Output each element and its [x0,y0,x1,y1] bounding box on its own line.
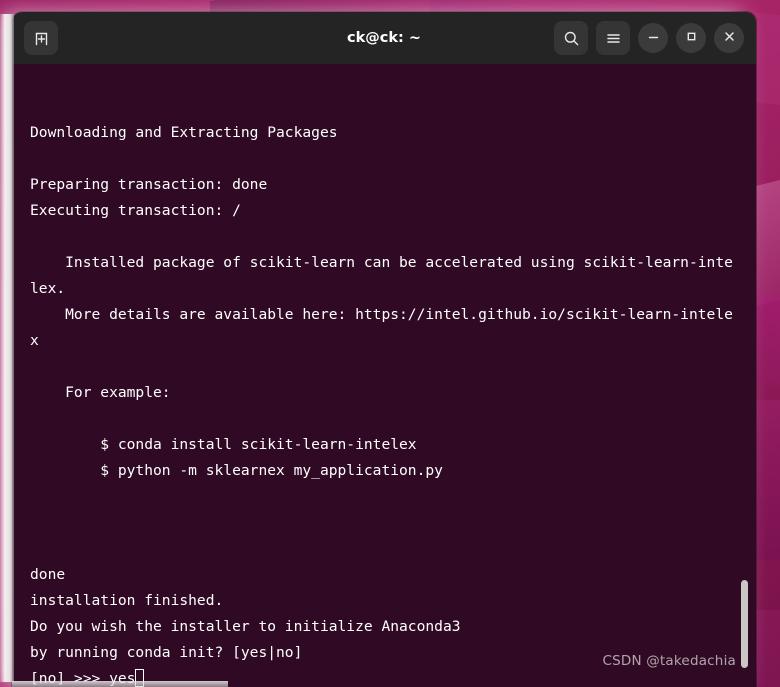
close-button[interactable] [714,23,744,53]
terminal-line: Preparing transaction: done [30,176,268,193]
maximize-icon [684,29,699,48]
terminal-line: More details are available here: https:/… [30,306,733,323]
new-tab-button[interactable] [24,21,58,55]
terminal-line: installation finished. [30,592,224,609]
titlebar-controls [546,21,744,55]
terminal-line: x [30,332,39,349]
desktop-root: ck@ck: ~ Downloading and Extracting Pack… [0,0,780,687]
terminal-line: Do you wish the installer to initialize … [30,618,461,635]
menu-button[interactable] [596,21,630,55]
maximize-button[interactable] [676,23,706,53]
terminal-window: ck@ck: ~ Downloading and Extracting Pack… [12,12,756,687]
close-icon [722,29,737,48]
terminal-line: $ conda install scikit-learn-intelex [30,436,417,453]
terminal-scrollbar-thumb[interactable] [741,580,748,668]
hamburger-menu-icon [605,30,622,47]
terminal-line: by running conda init? [yes|no] [30,644,303,661]
terminal-body[interactable]: Downloading and Extracting Packages Prepa… [12,64,756,687]
terminal-line: Executing transaction: / [30,202,241,219]
terminal-line: lex. [30,280,66,297]
window-bottom-edge [12,681,228,687]
minimize-button[interactable] [638,23,668,53]
terminal-line: Installed package of scikit-learn can be… [30,254,733,271]
window-titlebar[interactable]: ck@ck: ~ [12,12,756,64]
new-tab-icon [33,30,50,47]
search-button[interactable] [554,21,588,55]
terminal-line: $ python -m sklearnex my_application.py [30,462,443,479]
terminal-line: done [30,566,66,583]
search-icon [563,30,580,47]
minimize-icon [646,29,661,48]
terminal-output: Downloading and Extracting Packages Prepa… [30,68,756,687]
terminal-line: For example: [30,384,171,401]
terminal-scrollbar[interactable] [738,64,750,687]
terminal-line: Downloading and Extracting Packages [30,124,338,141]
